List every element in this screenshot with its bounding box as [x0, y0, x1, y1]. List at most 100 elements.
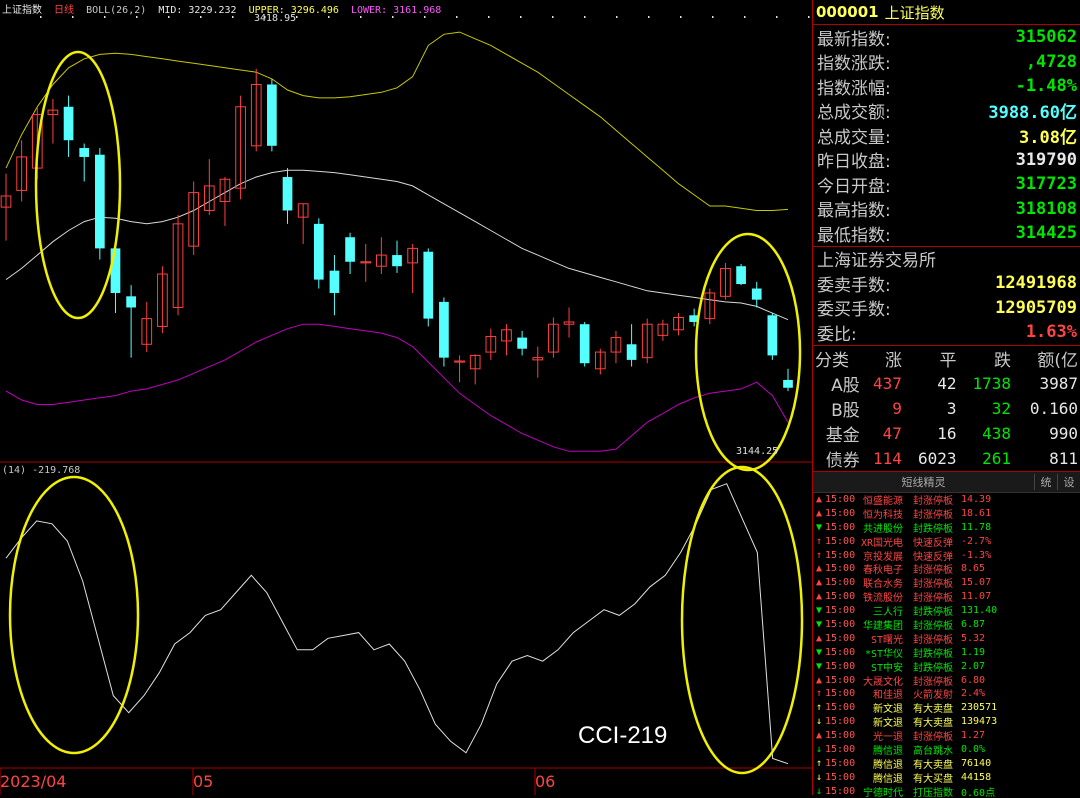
candle-body-down	[783, 380, 793, 388]
sprite-arrow-icon: ↑	[813, 688, 825, 699]
sprite-arrow-icon: ↑	[813, 536, 825, 547]
sprite-value: 11.78	[961, 522, 991, 533]
quote-label: 最低指数:	[817, 221, 891, 246]
grid-dot	[232, 16, 234, 18]
breadth-amt: 0.160	[1013, 396, 1080, 421]
boll-lower-line	[6, 324, 788, 451]
sprite-arrow-icon: ▲	[813, 591, 825, 602]
sprite-item[interactable]: ▲15:00光一退封涨停板1.27	[813, 729, 1080, 743]
sprite-event: 封跌停板	[907, 604, 959, 618]
sprite-stats-button[interactable]: 统	[1034, 474, 1057, 490]
sprite-item[interactable]: ↑15:00新文退有大卖盘230571	[813, 701, 1080, 715]
breadth-flat: 42	[904, 371, 959, 396]
candle-body-down	[517, 338, 527, 349]
grid-dot	[712, 16, 714, 18]
sprite-arrow-icon: ↓	[813, 772, 825, 783]
breadth-down: 32	[958, 396, 1013, 421]
grid-dot	[424, 16, 426, 18]
sprite-time: 15:00	[825, 772, 855, 783]
sprite-time: 15:00	[825, 550, 855, 561]
sprite-name: 华建集团	[855, 618, 903, 632]
sprite-name: 光一退	[855, 729, 903, 743]
candle-body-down	[439, 302, 449, 358]
sprite-name: 腾信退	[855, 743, 903, 757]
sprite-item[interactable]: ▼15:00共进股份封跌停板11.78	[813, 520, 1080, 534]
breadth-down: 438	[958, 421, 1013, 446]
boll-lower-value: LOWER: 3161.968	[351, 5, 441, 16]
sprite-arrow-icon: ↑	[813, 758, 825, 769]
sprite-item[interactable]: ▲15:00大晟文化封涨停板6.80	[813, 673, 1080, 687]
breadth-row: 基金4716438990	[813, 421, 1080, 446]
breadth-up: 9	[862, 396, 904, 421]
breadth-header: 额(亿	[1013, 346, 1080, 371]
sprite-item[interactable]: ▼15:00华建集团封涨停板6.87	[813, 618, 1080, 632]
quote-row: 指数涨跌:,4728	[813, 50, 1080, 75]
quote-row: 最新指数:315062	[813, 25, 1080, 50]
sprite-title[interactable]: 短线精灵	[813, 474, 1034, 490]
sprite-item[interactable]: ▲15:00联合水务封涨停板15.07	[813, 576, 1080, 590]
sprite-event: 封涨停板	[907, 576, 959, 590]
sprite-arrow-icon: ▲	[813, 577, 825, 588]
breadth-up: 437	[862, 371, 904, 396]
quote-row: 指数涨幅:-1.48%	[813, 74, 1080, 99]
quote-value: 317723	[1016, 174, 1077, 194]
market-breadth-table: 分类涨平跌额(亿 A股4374217383987B股93320.160基金471…	[813, 346, 1080, 471]
sprite-name: ST曙光	[855, 631, 903, 645]
sprite-item[interactable]: ↓15:00新文退有大卖盘139473	[813, 715, 1080, 729]
quote-title[interactable]: 000001 上证指数	[813, 0, 1080, 25]
sprite-item[interactable]: ▲15:00恒盛能源封涨停板14.39	[813, 493, 1080, 507]
quote-label: 今日开盘:	[817, 172, 891, 197]
sprite-item[interactable]: ↑15:00和佳退火箭发射2.4%	[813, 687, 1080, 701]
grid-dot	[296, 16, 298, 18]
quote-label: 指数涨幅:	[817, 74, 891, 99]
quote-row: 最低指数:314425	[813, 221, 1080, 246]
sprite-item[interactable]: ▼15:00ST中安封跌停板2.07	[813, 659, 1080, 673]
candle-body-down	[79, 148, 89, 157]
sprite-value: 18.61	[961, 508, 991, 519]
breadth-flat: 6023	[904, 446, 959, 471]
sprite-item[interactable]: ↓15:00宁德时代打压指数0.60点	[813, 784, 1080, 798]
sprite-arrow-icon: ▲	[813, 494, 825, 505]
order-label: 委比:	[817, 320, 857, 345]
grid-dot	[200, 16, 202, 18]
sprite-item[interactable]: ↑15:00XR国光电快速反弹-2.7%	[813, 534, 1080, 548]
sprite-item[interactable]: ↑15:00腾信退有大卖盘76140	[813, 756, 1080, 770]
sprite-item[interactable]: ↑15:00京投发展快速反弹-1.3%	[813, 548, 1080, 562]
order-label: 委买手数:	[817, 295, 891, 320]
sprite-item[interactable]: ▲15:00春秋电子封涨停板8.65	[813, 562, 1080, 576]
quote-row: 总成交额:3988.60亿	[813, 99, 1080, 124]
sprite-event: 火箭发射	[907, 687, 959, 701]
sprite-item[interactable]: ↓15:00腾信退高台跳水0.0%	[813, 743, 1080, 757]
sprite-item[interactable]: ▲15:00ST曙光封涨停板5.32	[813, 631, 1080, 645]
breadth-down: 1738	[958, 371, 1013, 396]
sprite-item[interactable]: ▼15:00*ST华仪封跌停板1.19	[813, 645, 1080, 659]
candle-body-down	[330, 271, 340, 293]
sprite-item[interactable]: ▲15:00铁流股份封涨停板11.07	[813, 590, 1080, 604]
sprite-list[interactable]: ▲15:00恒盛能源封涨停板14.39▲15:00恒为科技封涨停板18.61▼1…	[813, 493, 1080, 798]
breadth-row: A股4374217383987	[813, 371, 1080, 396]
breadth-up: 47	[862, 421, 904, 446]
order-value: 12905709	[995, 298, 1077, 318]
cci-header: (14) -219.768	[2, 465, 80, 476]
quote-value: 319790	[1016, 150, 1077, 170]
grid-dot	[744, 16, 746, 18]
high-price-label: 3418.95	[254, 13, 296, 24]
sprite-event: 封跌停板	[907, 520, 959, 534]
kline-chart-area[interactable]: 上证指数 日线 BOLL(26,2) MID: 3229.232 UPPER: …	[0, 0, 812, 795]
sprite-item[interactable]: ▼15:00三人行封跌停板131.40	[813, 604, 1080, 618]
breadth-header: 平	[904, 346, 959, 371]
sprite-arrow-icon: ▼	[813, 619, 825, 630]
exchange-name: 上海证券交易所	[817, 246, 936, 271]
sprite-name: 腾信退	[855, 756, 903, 770]
sprite-item[interactable]: ▲15:00恒为科技封涨停板18.61	[813, 506, 1080, 520]
sprite-name: 春秋电子	[855, 562, 903, 576]
breadth-flat: 3	[904, 396, 959, 421]
sprite-value: 1.19	[961, 647, 985, 658]
sprite-item[interactable]: ↓15:00腾信退有大买盘44158	[813, 770, 1080, 784]
sprite-value: 6.87	[961, 619, 985, 630]
grid-dot	[616, 16, 618, 18]
index-title: 上证指数	[885, 2, 945, 23]
sprite-settings-button[interactable]: 设	[1057, 474, 1080, 490]
grid-dot	[584, 16, 586, 18]
sprite-event: 有大卖盘	[907, 715, 959, 729]
